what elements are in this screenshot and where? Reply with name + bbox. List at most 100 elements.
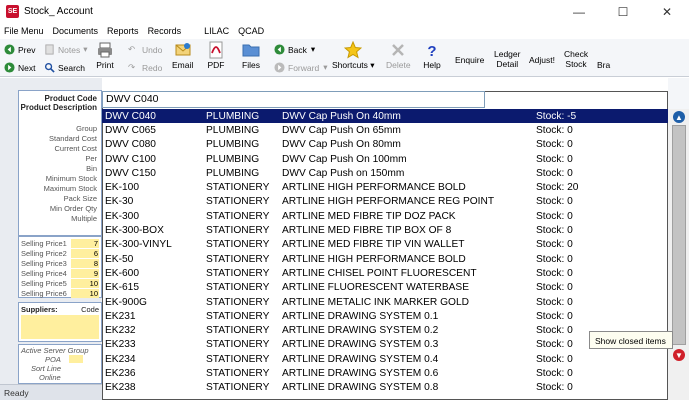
next-button[interactable]: Next <box>4 62 35 73</box>
adjust-button[interactable]: Adjust! <box>529 55 555 65</box>
product-row[interactable]: DWV C065 PLUMBING DWV Cap Push On 65mm Stoc… <box>102 123 668 137</box>
product-row[interactable]: DWV C150 PLUMBING DWV Cap Push on 150mm Sto… <box>102 166 668 180</box>
redo-button[interactable]: ↷ Redo <box>128 62 162 73</box>
poa-field[interactable] <box>69 355 83 363</box>
menu-qcad[interactable]: QCAD <box>238 26 264 36</box>
prev-label: Prev <box>18 44 36 55</box>
selling-price-field[interactable]: 8 <box>71 259 99 268</box>
pdf-button[interactable]: PDF <box>207 41 225 70</box>
ledger-detail-button[interactable]: Ledger Detail <box>494 49 520 69</box>
prev-button[interactable]: Prev <box>4 44 35 55</box>
toolbar-overflow-label: Bra <box>597 60 611 70</box>
product-description-cell: DWV Cap Push On 65mm <box>282 124 401 136</box>
product-code-cell: DWV C040 <box>105 110 156 122</box>
suppliers-code-label: Code <box>81 305 99 314</box>
scroll-down-icon[interactable]: ▼ <box>673 349 685 361</box>
product-category-cell: STATIONERY <box>206 367 270 379</box>
files-label: Files <box>242 60 260 70</box>
product-code-label: Product Code <box>44 94 97 103</box>
selling-price-field[interactable]: 9 <box>71 269 99 278</box>
product-row[interactable]: EK236 STATIONERY ARTLINE DRAWING SYSTEM 0.… <box>102 366 668 380</box>
notes-icon <box>45 44 54 55</box>
product-row[interactable]: DWV C100 PLUMBING DWV Cap Push On 100mm Sto… <box>102 152 668 166</box>
selling-price-field[interactable]: 7 <box>71 239 99 248</box>
product-row[interactable]: EK-300-BOX STATIONERY ARTLINE MED FIBRE TI… <box>102 223 668 237</box>
selling-price-label: Selling Price3 <box>21 259 67 268</box>
enquire-button[interactable]: Enquire <box>455 55 484 65</box>
menu-lilac[interactable]: LILAC <box>204 26 229 36</box>
sort-line-label: Sort Line <box>31 364 62 373</box>
toolbar-overflow-button[interactable]: Bra <box>597 60 610 70</box>
product-code-cell: DWV C065 <box>105 124 156 136</box>
check-stock-button[interactable]: Check Stock <box>564 49 588 69</box>
search-button[interactable]: Search <box>44 62 85 73</box>
product-row[interactable]: DWV C040 PLUMBING DWV Cap Push On 40mm Stoc… <box>102 109 668 124</box>
selling-price-field[interactable]: 10 <box>71 289 99 298</box>
product-row[interactable]: EK-30 STATIONERY ARTLINE HIGH PERFORMANCE … <box>102 195 668 209</box>
back-button[interactable]: Back ▾ <box>274 44 315 55</box>
search-icon <box>44 62 55 73</box>
forward-button[interactable]: Forward ▾ <box>274 62 327 73</box>
selling-price-field[interactable]: 10 <box>71 279 99 288</box>
delete-label: Delete <box>386 60 411 70</box>
suppliers-field[interactable] <box>21 315 99 339</box>
delete-button[interactable]: Delete <box>386 41 411 70</box>
close-button[interactable]: ✕ <box>645 0 689 23</box>
product-category-cell: STATIONERY <box>206 182 270 194</box>
product-code-cell: EK-300-BOX <box>105 225 164 237</box>
product-code-cell: EK236 <box>105 367 136 379</box>
product-row[interactable]: EK-50 STATIONERY ARTLINE HIGH PERFORMANCE … <box>102 252 668 266</box>
product-row[interactable]: EK-615 STATIONERY ARTLINE FLUORESCENT WATE… <box>102 281 668 295</box>
selling-price-label: Selling Price5 <box>21 279 67 288</box>
product-code-cell: DWV C150 <box>105 167 156 179</box>
print-button[interactable]: Print <box>96 41 114 70</box>
menu-file[interactable]: File Menu <box>4 26 44 36</box>
product-code-cell: EK-100 <box>105 182 139 194</box>
product-row[interactable]: EK232 STATIONERY ARTLINE DRAWING SYSTEM 0.… <box>102 323 668 337</box>
redo-icon: ↷ <box>128 62 136 72</box>
product-row[interactable]: EK234 STATIONERY ARTLINE DRAWING SYSTEM 0.… <box>102 352 668 366</box>
maximize-button[interactable]: ☐ <box>601 0 645 23</box>
product-row[interactable]: EK238 STATIONERY ARTLINE DRAWING SYSTEM 0.… <box>102 381 668 395</box>
product-category-cell: STATIONERY <box>206 267 270 279</box>
undo-button[interactable]: ↶ Undo <box>128 44 162 55</box>
minimize-button[interactable]: — <box>557 0 601 23</box>
notes-button[interactable]: Notes ▾ <box>44 44 88 55</box>
selling-price-field[interactable]: 6 <box>71 249 99 258</box>
product-row[interactable]: EK-300 STATIONERY ARTLINE MED FIBRE TIP DO… <box>102 209 668 223</box>
product-row[interactable]: EK233 STATIONERY ARTLINE DRAWING SYSTEM 0.… <box>102 338 668 352</box>
product-description-cell: ARTLINE FLUORESCENT WATERBASE <box>282 282 469 294</box>
product-category-cell: STATIONERY <box>206 325 270 337</box>
product-code-cell: DWV C080 <box>105 139 156 151</box>
product-row[interactable]: EK-300-VINYL STATIONERY ARTLINE MED FIBRE … <box>102 238 668 252</box>
product-stock-cell: Stock: 0 <box>536 253 573 265</box>
product-row[interactable]: EK-900G STATIONERY ARTLINE METALIC INK MAR… <box>102 295 668 309</box>
scrollbar-thumb[interactable] <box>672 125 686 345</box>
product-row[interactable]: DWV C080 PLUMBING DWV Cap Push On 80mm Stoc… <box>102 138 668 152</box>
next-icon <box>4 62 15 73</box>
product-row[interactable]: EK-100 STATIONERY ARTLINE HIGH PERFORMANCE… <box>102 180 668 194</box>
standard-cost-label: Standard Cost <box>49 134 97 143</box>
product-code-cell: EK-600 <box>105 267 139 279</box>
product-code-cell: EK-50 <box>105 253 134 265</box>
product-code-input[interactable]: DWV C040 <box>102 91 485 108</box>
next-label: Next <box>18 62 36 73</box>
search-label: Search <box>58 62 85 73</box>
menu-documents[interactable]: Documents <box>53 26 99 36</box>
product-stock-cell: Stock: 0 <box>536 139 573 151</box>
files-button[interactable]: Files <box>242 41 260 70</box>
email-button[interactable]: Email <box>172 41 193 70</box>
product-description-cell: DWV Cap Push on 150mm <box>282 167 405 179</box>
help-button[interactable]: ? Help <box>423 41 441 70</box>
menu-reports[interactable]: Reports <box>107 26 139 36</box>
product-row[interactable]: EK231 STATIONERY ARTLINE DRAWING SYSTEM 0.… <box>102 309 668 323</box>
app-icon: SE <box>6 5 19 18</box>
scroll-up-icon[interactable]: ▲ <box>673 111 685 123</box>
product-description-cell: ARTLINE DRAWING SYSTEM 0.8 <box>282 382 439 394</box>
product-code-cell: EK233 <box>105 339 136 351</box>
menu-records[interactable]: Records <box>148 26 182 36</box>
shortcuts-button[interactable]: Shortcuts ▾ <box>332 41 375 71</box>
help-label: Help <box>423 60 441 70</box>
product-description-cell: ARTLINE HIGH PERFORMANCE BOLD <box>282 182 466 194</box>
product-row[interactable]: EK-600 STATIONERY ARTLINE CHISEL POINT FLU… <box>102 266 668 280</box>
